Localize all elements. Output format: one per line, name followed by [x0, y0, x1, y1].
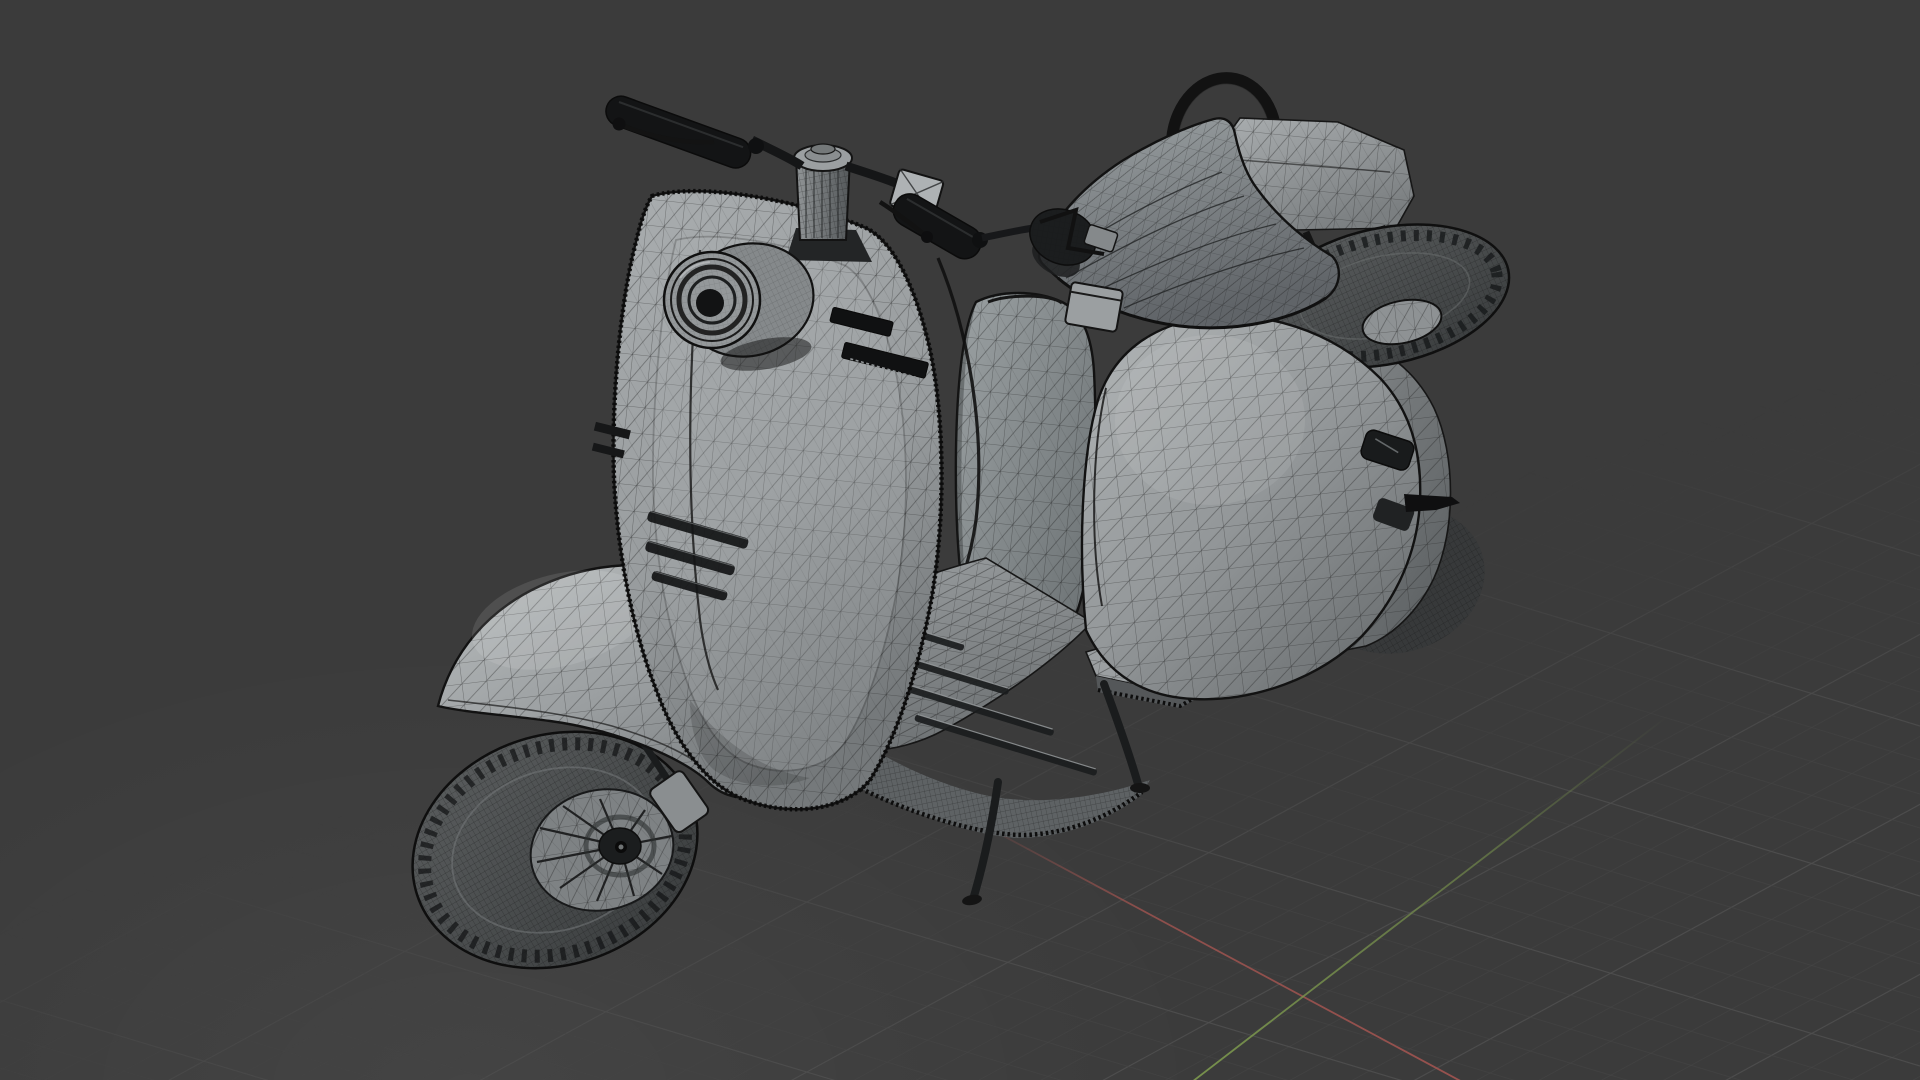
viewport-3d[interactable]: [0, 0, 1920, 1080]
left-lever-ball: [612, 117, 626, 131]
brake-lever-ball: [921, 231, 933, 243]
seat-bracket: [1064, 281, 1124, 333]
steering-column[interactable]: [793, 143, 853, 241]
headlight-lens: [696, 289, 724, 317]
